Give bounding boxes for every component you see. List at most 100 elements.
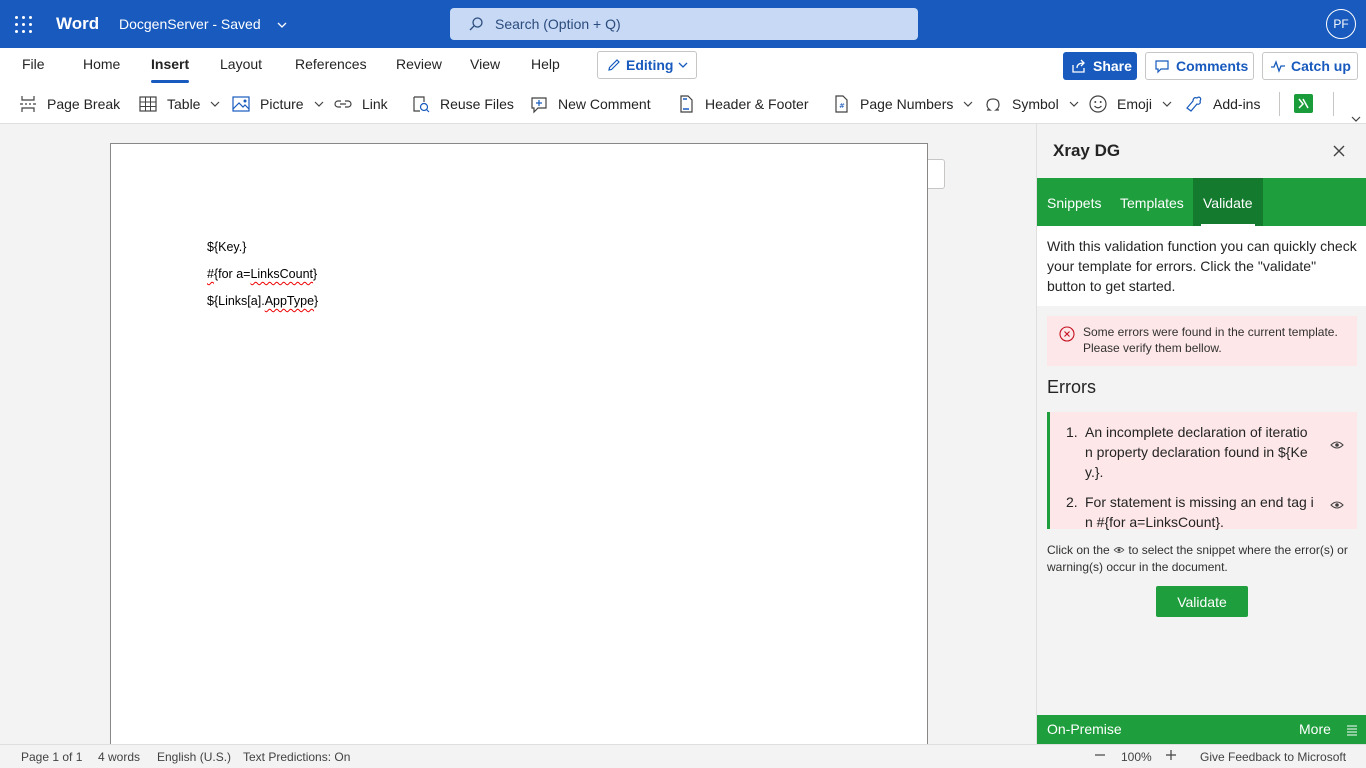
editing-mode-button[interactable]: Editing bbox=[597, 51, 697, 79]
search-icon bbox=[468, 16, 484, 35]
new-comment-icon bbox=[531, 97, 547, 114]
alert-text: Some errors were found in the current te… bbox=[1083, 325, 1338, 355]
omega-icon bbox=[986, 98, 1000, 111]
editing-label: Editing bbox=[626, 57, 674, 73]
tab-validate[interactable]: Validate bbox=[1193, 178, 1263, 226]
document-canvas[interactable]: ${Key.} #{for a=LinksCount} ${Links[a].A… bbox=[0, 124, 1036, 744]
close-icon[interactable] bbox=[1332, 144, 1346, 161]
page-break-button[interactable]: Page Break bbox=[18, 94, 120, 114]
eye-icon[interactable] bbox=[1330, 435, 1344, 455]
catch-up-button[interactable]: Catch up bbox=[1262, 52, 1358, 80]
search-box[interactable]: Search (Option + Q) bbox=[450, 8, 918, 40]
title-bar: Word DocgenServer - Saved Search (Option… bbox=[0, 0, 1366, 48]
doc-line-links[interactable]: ${Links[a].AppType} bbox=[207, 294, 318, 308]
page-break-label: Page Break bbox=[47, 96, 121, 112]
page-side-tab[interactable] bbox=[928, 159, 945, 189]
panel-tabs: Snippets Templates Validate bbox=[1037, 178, 1366, 226]
emoji-button[interactable]: Emoji bbox=[1088, 94, 1173, 114]
eye-icon[interactable] bbox=[1330, 495, 1344, 515]
xray-dg-panel: Xray DG Snippets Templates Validate With… bbox=[1036, 124, 1366, 744]
page-count[interactable]: Page 1 of 1 bbox=[21, 750, 82, 764]
doc-text: } bbox=[313, 267, 318, 281]
ribbon-divider bbox=[1279, 92, 1280, 116]
word-count[interactable]: 4 words bbox=[98, 750, 140, 764]
share-label: Share bbox=[1093, 58, 1132, 74]
chevron-down-icon[interactable] bbox=[276, 18, 288, 34]
tab-validate-label: Validate bbox=[1203, 195, 1253, 211]
chevron-down-icon bbox=[211, 101, 220, 107]
document-title[interactable]: DocgenServer - Saved bbox=[119, 16, 261, 32]
avatar[interactable]: PF bbox=[1326, 9, 1356, 39]
errors-heading: Errors bbox=[1047, 377, 1096, 397]
picture-label: Picture bbox=[260, 96, 304, 112]
doc-text: LinksCount bbox=[250, 267, 313, 281]
doc-line-key[interactable]: ${Key.} bbox=[207, 240, 246, 254]
table-icon bbox=[139, 96, 157, 112]
ribbon-divider bbox=[1333, 92, 1334, 116]
add-ins-icon bbox=[1186, 96, 1202, 112]
eye-icon bbox=[1113, 547, 1125, 553]
panel-header: Xray DG bbox=[1037, 124, 1366, 178]
table-label: Table bbox=[167, 96, 201, 112]
validate-button[interactable]: Validate bbox=[1156, 586, 1248, 617]
document-page[interactable]: ${Key.} #{for a=LinksCount} ${Links[a].A… bbox=[110, 143, 928, 744]
menu-references[interactable]: References bbox=[295, 56, 367, 72]
chevron-down-icon bbox=[314, 101, 324, 107]
doc-line-for[interactable]: #{for a=LinksCount} bbox=[207, 267, 317, 281]
menu-insert[interactable]: Insert bbox=[151, 56, 189, 72]
catch-up-label: Catch up bbox=[1291, 58, 1351, 74]
pencil-icon bbox=[608, 59, 620, 71]
reuse-files-icon bbox=[413, 96, 430, 113]
error-number: 1. bbox=[1066, 424, 1078, 440]
header-footer-button[interactable]: Header & Footer bbox=[676, 94, 809, 114]
svg-text:#: # bbox=[839, 102, 845, 110]
zoom-level[interactable]: 100% bbox=[1121, 750, 1152, 764]
doc-text: ${Links[a]. bbox=[207, 294, 265, 308]
error-text: An incomplete declaration of iteration p… bbox=[1085, 424, 1308, 480]
zoom-out-icon[interactable] bbox=[1094, 747, 1106, 766]
table-button[interactable]: Table bbox=[138, 94, 221, 114]
error-alert: Some errors were found in the current te… bbox=[1047, 316, 1357, 366]
share-button[interactable]: Share bbox=[1063, 52, 1137, 80]
header-footer-label: Header & Footer bbox=[705, 96, 809, 112]
menu-help[interactable]: Help bbox=[531, 56, 560, 72]
new-comment-label: New Comment bbox=[558, 96, 651, 112]
link-button[interactable]: Link bbox=[333, 94, 388, 114]
menu-bar: File Home Insert Layout References Revie… bbox=[0, 48, 1366, 84]
text-predictions[interactable]: Text Predictions: On bbox=[243, 750, 350, 764]
menu-icon[interactable] bbox=[1346, 723, 1358, 739]
menu-view[interactable]: View bbox=[470, 56, 500, 72]
menu-layout[interactable]: Layout bbox=[220, 56, 262, 72]
app-name[interactable]: Word bbox=[56, 14, 99, 34]
picture-button[interactable]: Picture bbox=[231, 94, 325, 114]
error-text: For statement is missing an end tag in #… bbox=[1085, 494, 1314, 530]
page-numbers-button[interactable]: # Page Numbers bbox=[831, 94, 974, 114]
validate-intro: With this validation function you can qu… bbox=[1037, 226, 1366, 306]
feedback-link[interactable]: Give Feedback to Microsoft bbox=[1200, 750, 1346, 764]
menu-review[interactable]: Review bbox=[396, 56, 442, 72]
menu-home[interactable]: Home bbox=[83, 56, 120, 72]
xray-addin-icon[interactable] bbox=[1294, 94, 1313, 113]
more-button[interactable]: More bbox=[1299, 721, 1331, 737]
share-icon bbox=[1072, 59, 1085, 73]
new-comment-button[interactable]: New Comment bbox=[529, 94, 651, 114]
deployment-label: On-Premise bbox=[1047, 721, 1122, 737]
help-text: Click on the to select the snippet where… bbox=[1047, 542, 1362, 576]
app-launcher-icon[interactable] bbox=[15, 16, 32, 33]
comments-button[interactable]: Comments bbox=[1145, 52, 1254, 80]
doc-text: } bbox=[314, 294, 319, 308]
doc-text: AppType bbox=[264, 294, 315, 308]
tab-templates[interactable]: Templates bbox=[1110, 178, 1194, 226]
status-bar: Page 1 of 1 4 words English (U.S.) Text … bbox=[0, 744, 1366, 768]
tab-snippets[interactable]: Snippets bbox=[1037, 178, 1111, 226]
zoom-in-icon[interactable] bbox=[1165, 747, 1177, 766]
language[interactable]: English (U.S.) bbox=[157, 750, 231, 764]
symbol-button[interactable]: Symbol bbox=[983, 94, 1080, 114]
reuse-files-button[interactable]: Reuse Files bbox=[411, 94, 514, 114]
link-icon bbox=[334, 100, 352, 108]
menu-file[interactable]: File bbox=[22, 56, 45, 72]
insert-ribbon: Page Break Table Picture Link Reuse File… bbox=[0, 84, 1366, 124]
chevron-down-icon bbox=[678, 62, 688, 68]
error-circle-icon bbox=[1059, 326, 1075, 346]
add-ins-button[interactable]: Add-ins bbox=[1184, 94, 1260, 114]
